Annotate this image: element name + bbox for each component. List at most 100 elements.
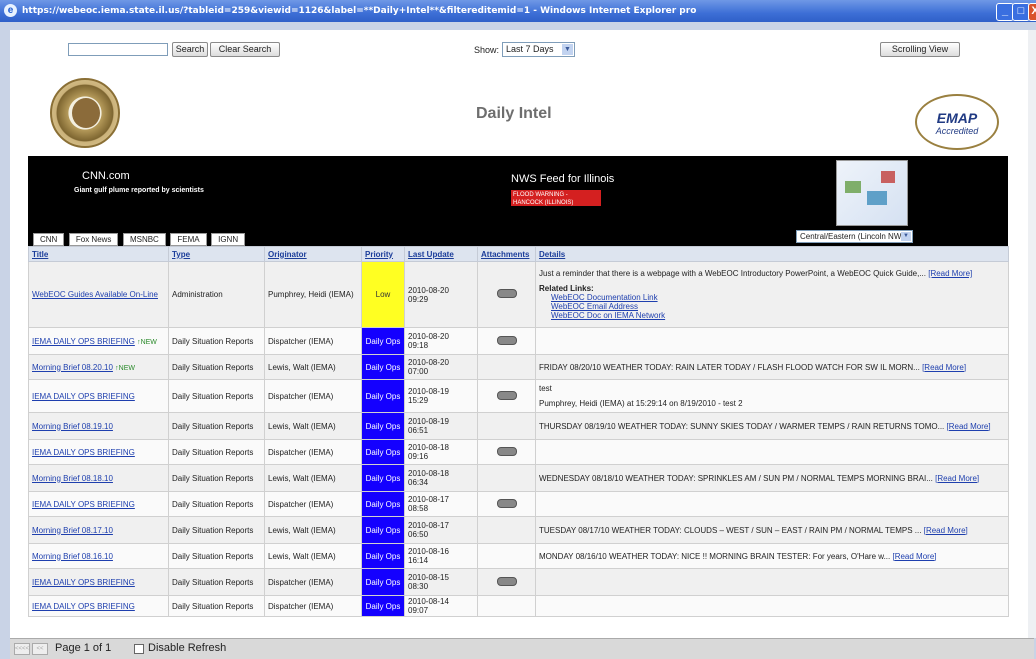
table-row[interactable]: IEMA DAILY OPS BRIEFING Daily Situation R… (28, 568, 1009, 596)
attachment-icon[interactable] (496, 446, 517, 456)
table-row[interactable]: IEMA DAILY OPS BRIEFING Daily Situation R… (28, 439, 1009, 465)
cell-originator: Dispatcher (IEMA) (264, 595, 362, 617)
cell-originator: Pumphrey, Heidi (IEMA) (264, 261, 362, 328)
first-page-button[interactable]: <<<< (14, 643, 30, 655)
tab-fox-news[interactable]: Fox News (68, 233, 119, 246)
read-more-link[interactable]: [Read More] (928, 269, 972, 278)
update-date: 2010-08-14 (408, 597, 449, 606)
cell-type: Daily Situation Reports (168, 439, 265, 465)
show-filter-select[interactable]: Last 7 Days ▼ (502, 42, 575, 57)
cell-title: IEMA DAILY OPS BRIEFING (28, 568, 169, 596)
cell-title: IEMA DAILY OPS BRIEFING (28, 595, 169, 617)
cell-attachments (477, 568, 536, 596)
cell-type: Daily Situation Reports (168, 327, 265, 355)
update-date: 2010-08-17 (408, 495, 449, 504)
table-row[interactable]: IEMA DAILY OPS BRIEFING Daily Situation R… (28, 379, 1009, 413)
related-link[interactable]: WebEOC Documentation Link (551, 293, 1005, 302)
details-text: test (539, 384, 552, 393)
title-link[interactable]: IEMA DAILY OPS BRIEFING (32, 337, 135, 346)
title-link[interactable]: IEMA DAILY OPS BRIEFING (32, 392, 135, 401)
cnn-headline[interactable]: Giant gulf plume reported by scientists (74, 187, 204, 194)
table-row[interactable]: Morning Brief 08.20.10 ↑NEW Daily Situati… (28, 354, 1009, 380)
title-link[interactable]: WebEOC Guides Available On-Line (32, 290, 158, 299)
cell-details: test Pumphrey, Heidi (IEMA) at 15:29:14 o… (535, 379, 1009, 413)
attachment-icon[interactable] (496, 289, 517, 298)
weather-map-image[interactable] (836, 160, 908, 226)
cell-last-update: 2010-08-17 08:58 (404, 491, 478, 517)
related-link[interactable]: WebEOC Email Address (551, 302, 1005, 311)
chevron-down-icon: ▼ (901, 232, 911, 241)
disable-refresh-checkbox[interactable] (134, 644, 144, 654)
update-date: 2010-08-20 (408, 358, 449, 367)
title-link[interactable]: IEMA DAILY OPS BRIEFING (32, 578, 135, 587)
cell-details (535, 595, 1009, 617)
cell-last-update: 2010-08-20 09:29 (404, 261, 478, 328)
cell-last-update: 2010-08-19 06:51 (404, 412, 478, 440)
vertical-scrollbar[interactable] (1028, 30, 1036, 638)
clear-search-button[interactable]: Clear Search (210, 42, 280, 57)
cell-details (535, 439, 1009, 465)
column-header-last-update[interactable]: Last Update (404, 246, 478, 262)
tab-ignn[interactable]: IGNN (211, 233, 246, 246)
column-header-originator[interactable]: Originator (264, 246, 362, 262)
search-input[interactable] (68, 43, 168, 56)
table-row[interactable]: IEMA DAILY OPS BRIEFING Daily Situation R… (28, 491, 1009, 517)
emap-logo-subtext: Accredited (935, 126, 979, 136)
column-header-title[interactable]: Title (28, 246, 169, 262)
close-button[interactable]: X (1028, 3, 1036, 21)
attachment-icon[interactable] (496, 498, 517, 508)
title-link[interactable]: Morning Brief 08.19.10 (32, 422, 113, 431)
nws-feed-title: NWS Feed for Illinois (511, 173, 615, 185)
title-link[interactable]: Morning Brief 08.16.10 (32, 552, 113, 561)
tab-msnbc[interactable]: MSNBC (122, 233, 166, 246)
update-time: 09:07 (408, 606, 429, 615)
read-more-link[interactable]: [Read More] (924, 526, 968, 535)
tab-cnn[interactable]: CNN (33, 233, 65, 246)
update-date: 2010-08-20 (408, 285, 449, 295)
table-row[interactable]: Morning Brief 08.17.10 Daily Situation Re… (28, 516, 1009, 544)
title-link[interactable]: IEMA DAILY OPS BRIEFING (32, 500, 135, 509)
cell-priority: Daily Ops (361, 379, 405, 413)
update-time: 15:29 (408, 396, 429, 405)
read-more-link[interactable]: [Read More] (922, 363, 966, 372)
title-link[interactable]: IEMA DAILY OPS BRIEFING (32, 448, 135, 457)
table-row[interactable]: Morning Brief 08.18.10 Daily Situation Re… (28, 464, 1009, 492)
table-row[interactable]: Morning Brief 08.19.10 Daily Situation Re… (28, 412, 1009, 440)
scrolling-view-button[interactable]: Scrolling View (880, 42, 960, 57)
table-row[interactable]: Morning Brief 08.16.10 Daily Situation Re… (28, 543, 1009, 569)
related-link[interactable]: WebEOC Doc on IEMA Network (551, 311, 1005, 320)
column-header-attachments[interactable]: Attachments (477, 246, 536, 262)
cell-details: THURSDAY 08/19/10 WEATHER TODAY: SUNNY S… (535, 412, 1009, 440)
column-header-details[interactable]: Details (535, 246, 1009, 262)
status-footer: <<<< << Page 1 of 1 Disable Refresh (10, 638, 1034, 659)
cell-attachments (477, 464, 536, 492)
search-button[interactable]: Search (172, 42, 208, 57)
table-row[interactable]: WebEOC Guides Available On-Line Administr… (28, 261, 1009, 328)
nws-warning-badge[interactable]: FLOOD WARNING - HANCOCK (ILLINOIS) (511, 190, 601, 206)
read-more-link[interactable]: [Read More] (935, 474, 979, 483)
window-title: https://webeoc.iema.state.il.us/?tableid… (22, 6, 697, 16)
attachment-icon[interactable] (496, 576, 517, 586)
prev-page-button[interactable]: << (32, 643, 48, 655)
title-link[interactable]: Morning Brief 08.20.10 (32, 363, 113, 372)
read-more-link[interactable]: [Read More] (947, 422, 991, 431)
top-toolbar: Search Clear Search Show: Last 7 Days ▼ … (10, 30, 1034, 60)
nws-region-select[interactable]: Central/Eastern (Lincoln NWS) ▼ (796, 230, 913, 243)
tab-fema[interactable]: FEMA (170, 233, 207, 246)
cell-priority: Low (361, 261, 405, 328)
table-row[interactable]: IEMA DAILY OPS BRIEFING ↑NEW Daily Situat… (28, 327, 1009, 355)
details-text: TUESDAY 08/17/10 WEATHER TODAY: CLOUDS –… (539, 525, 922, 535)
cell-title: Morning Brief 08.20.10 ↑NEW (28, 354, 169, 380)
column-header-type[interactable]: Type (168, 246, 265, 262)
title-link[interactable]: Morning Brief 08.17.10 (32, 526, 113, 535)
title-link[interactable]: Morning Brief 08.18.10 (32, 474, 113, 483)
update-time: 06:34 (408, 478, 429, 487)
attachment-icon[interactable] (496, 335, 517, 345)
table-row[interactable]: IEMA DAILY OPS BRIEFING Daily Situation R… (28, 595, 1009, 617)
title-link[interactable]: IEMA DAILY OPS BRIEFING (32, 602, 135, 611)
attachment-icon[interactable] (496, 390, 517, 400)
cell-originator: Lewis, Walt (IEMA) (264, 543, 362, 569)
cell-attachments (477, 412, 536, 440)
column-header-priority[interactable]: Priority (361, 246, 405, 262)
read-more-link[interactable]: [Read More] (892, 552, 936, 561)
